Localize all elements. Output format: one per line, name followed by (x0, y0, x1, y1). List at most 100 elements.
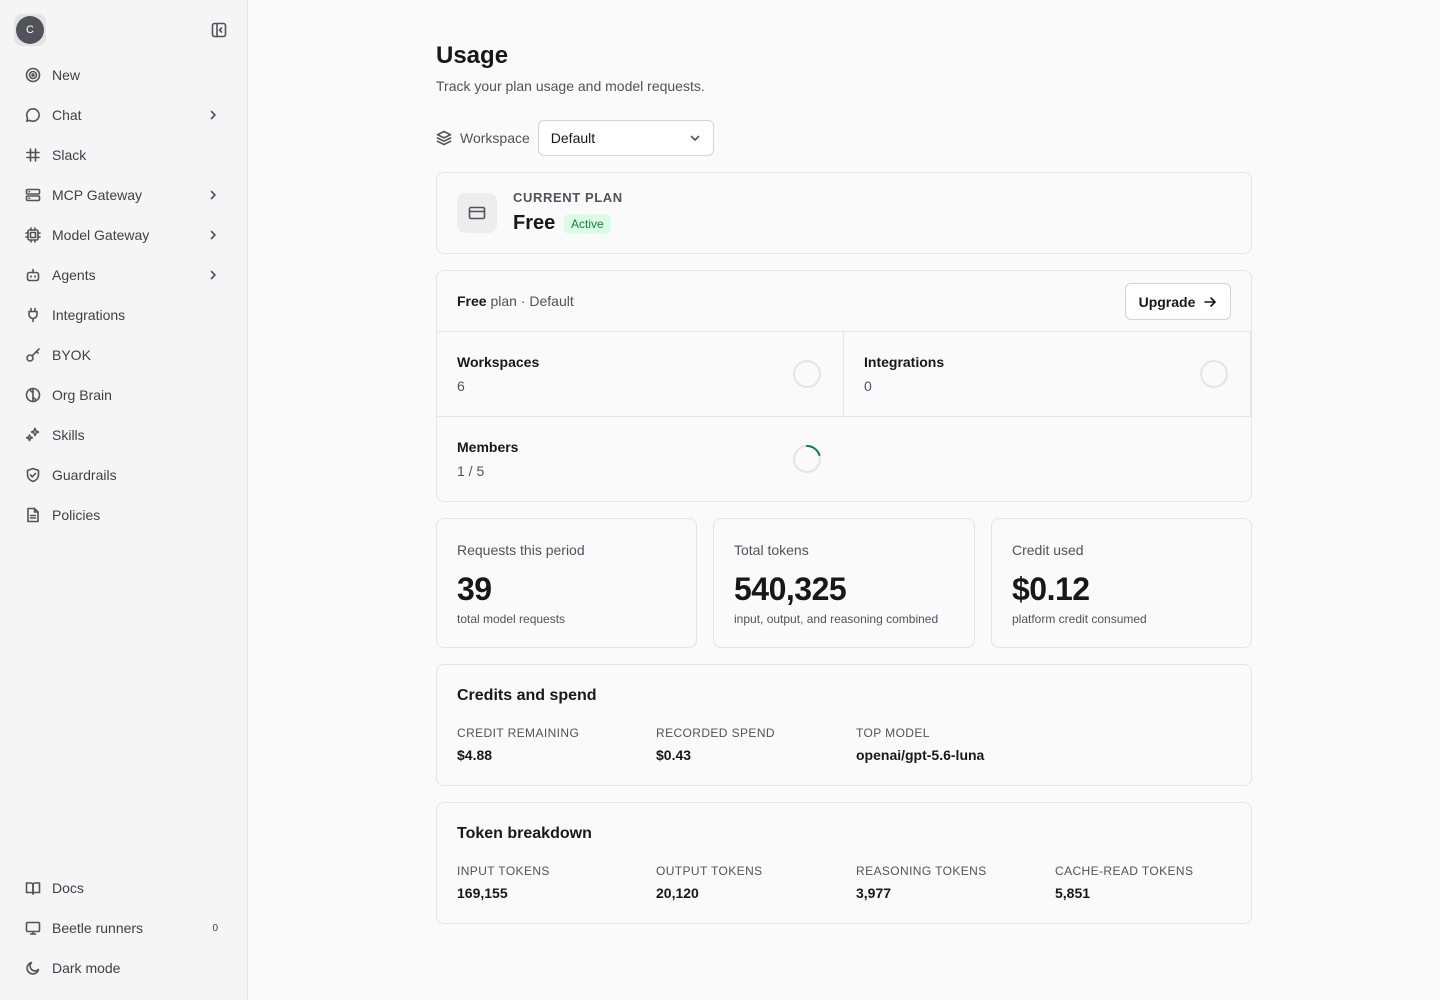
sidebar-item-docs[interactable]: Docs (14, 868, 234, 908)
token-breakdown-card: Token breakdown INPUT TOKENS 169,155 OUT… (436, 802, 1252, 924)
plan-limits-suffix: plan · Default (486, 293, 574, 309)
status-badge: Active (564, 214, 611, 234)
stat-description: platform credit consumed (1012, 612, 1147, 626)
sidebar-nav: New Chat Slack MCP Gateway Model Gateway… (14, 55, 234, 535)
sidebar-item-label: Docs (52, 880, 84, 896)
output-tokens-value: 20,120 (656, 885, 699, 901)
sidebar: C New Chat Slack MCP Gateway Model Gatew… (0, 0, 248, 1000)
requests-stat-card: Requests this period 39 total model requ… (436, 518, 697, 648)
sidebar-item-label: Slack (52, 147, 87, 163)
credit-remaining-value: $4.88 (457, 747, 493, 763)
sidebar-item-label: BYOK (52, 347, 91, 363)
chevron-down-icon (690, 135, 700, 141)
arrow-right-icon (1204, 296, 1217, 307)
server-icon (24, 186, 42, 204)
credit-stat-card: Credit used $0.12 platform credit consum… (991, 518, 1252, 648)
sidebar-item-slack[interactable]: Slack (14, 135, 234, 175)
sparkles-icon (24, 426, 42, 444)
sidebar-item-label: Dark mode (52, 960, 121, 976)
members-metric-title: Members (457, 439, 519, 455)
sidebar-item-label: Skills (52, 427, 85, 443)
sidebar-item-byok[interactable]: BYOK (14, 335, 234, 375)
chevron-right-icon (206, 188, 220, 202)
top-model-value: openai/gpt-5.6-luna (856, 747, 985, 763)
sidebar-item-label: Integrations (52, 307, 126, 323)
chevron-right-icon (206, 108, 220, 122)
integrations-metric-title: Integrations (864, 354, 945, 370)
divider (437, 331, 1251, 332)
sidebar-item-new[interactable]: New (14, 55, 234, 95)
cache-read-tokens-caption: CACHE-READ TOKENS (1055, 864, 1194, 878)
credits-spend-card: Credits and spend CREDIT REMAINING $4.88… (436, 664, 1252, 786)
shield-icon (24, 466, 42, 484)
workspaces-metric-value: 6 (457, 378, 465, 394)
reasoning-tokens-value: 3,977 (856, 885, 892, 901)
cpu-icon (24, 226, 42, 244)
runner-count-badge: 0 (212, 922, 218, 934)
workspaces-usage-ring (793, 360, 821, 388)
workspace-label: Workspace (460, 130, 530, 146)
monitor-icon (24, 919, 42, 937)
usage-ring-track (1200, 360, 1228, 388)
input-tokens-caption: INPUT TOKENS (457, 864, 550, 878)
input-tokens-value: 169,155 (457, 885, 508, 901)
stat-description: total model requests (457, 612, 566, 626)
usage-ring-track (793, 360, 821, 388)
members-metric-value: 1 / 5 (457, 463, 485, 479)
chevron-right-icon (206, 228, 220, 242)
chat-bubble-icon (24, 106, 42, 124)
sidebar-item-guardrails[interactable]: Guardrails (14, 455, 234, 495)
workspace-select[interactable]: Default (537, 120, 714, 156)
tokens-stat-card: Total tokens 540,325 input, output, and … (713, 518, 975, 648)
integrations-usage-ring (1200, 360, 1228, 388)
sidebar-item-label: Guardrails (52, 467, 117, 483)
sidebar-toggle-icon (211, 22, 227, 38)
divider (843, 331, 844, 416)
members-usage-ring (793, 445, 821, 473)
top-model-caption: TOP MODEL (856, 726, 930, 740)
sidebar-item-label: Agents (52, 267, 96, 283)
stat-value: 540,325 (734, 571, 847, 607)
brain-icon (24, 386, 42, 404)
avatar-initial: C (16, 16, 44, 44)
sidebar-item-agents[interactable]: Agents (14, 255, 234, 295)
sidebar-item-org-brain[interactable]: Org Brain (14, 375, 234, 415)
reasoning-tokens-caption: REASONING TOKENS (856, 864, 987, 878)
sidebar-item-policies[interactable]: Policies (14, 495, 234, 535)
divider (1250, 331, 1251, 416)
workspaces-metric-title: Workspaces (457, 354, 540, 370)
stat-label: Requests this period (457, 542, 585, 558)
target-icon (24, 66, 42, 84)
integrations-metric-value: 0 (864, 378, 872, 394)
stat-label: Credit used (1012, 542, 1084, 558)
workspace-selector-row: Workspace Default (436, 120, 714, 156)
book-icon (24, 879, 42, 897)
layers-icon (436, 130, 452, 146)
cache-read-tokens-value: 5,851 (1055, 885, 1091, 901)
token-breakdown-title: Token breakdown (457, 825, 592, 842)
sidebar-item-label: New (52, 67, 81, 83)
recorded-spend-caption: RECORDED SPEND (656, 726, 775, 740)
sidebar-item-label: Org Brain (52, 387, 112, 403)
avatar[interactable]: C (14, 14, 46, 46)
current-plan-card: CURRENT PLAN Free Active (436, 172, 1252, 254)
sidebar-item-chat[interactable]: Chat (14, 95, 234, 135)
upgrade-button[interactable]: Upgrade (1125, 283, 1231, 320)
sidebar-item-integrations[interactable]: Integrations (14, 295, 234, 335)
collapse-sidebar-button[interactable] (208, 20, 230, 40)
sidebar-item-beetle-runners[interactable]: Beetle runners 0 (14, 908, 234, 948)
upgrade-button-label: Upgrade (1138, 293, 1196, 310)
sidebar-item-mcp-gateway[interactable]: MCP Gateway (14, 175, 234, 215)
dark-mode-toggle[interactable]: Dark mode (14, 948, 234, 988)
moon-icon (24, 959, 42, 977)
slack-icon (24, 146, 42, 164)
sidebar-item-model-gateway[interactable]: Model Gateway (14, 215, 234, 255)
sidebar-item-label: Policies (52, 507, 101, 523)
sidebar-item-label: Beetle runners (52, 920, 144, 936)
sidebar-item-label: MCP Gateway (52, 187, 142, 203)
workspace-select-value: Default (550, 130, 596, 146)
sidebar-item-label: Chat (52, 107, 82, 123)
stat-description: input, output, and reasoning combined (734, 612, 939, 626)
output-tokens-caption: OUTPUT TOKENS (656, 864, 763, 878)
sidebar-item-skills[interactable]: Skills (14, 415, 234, 455)
